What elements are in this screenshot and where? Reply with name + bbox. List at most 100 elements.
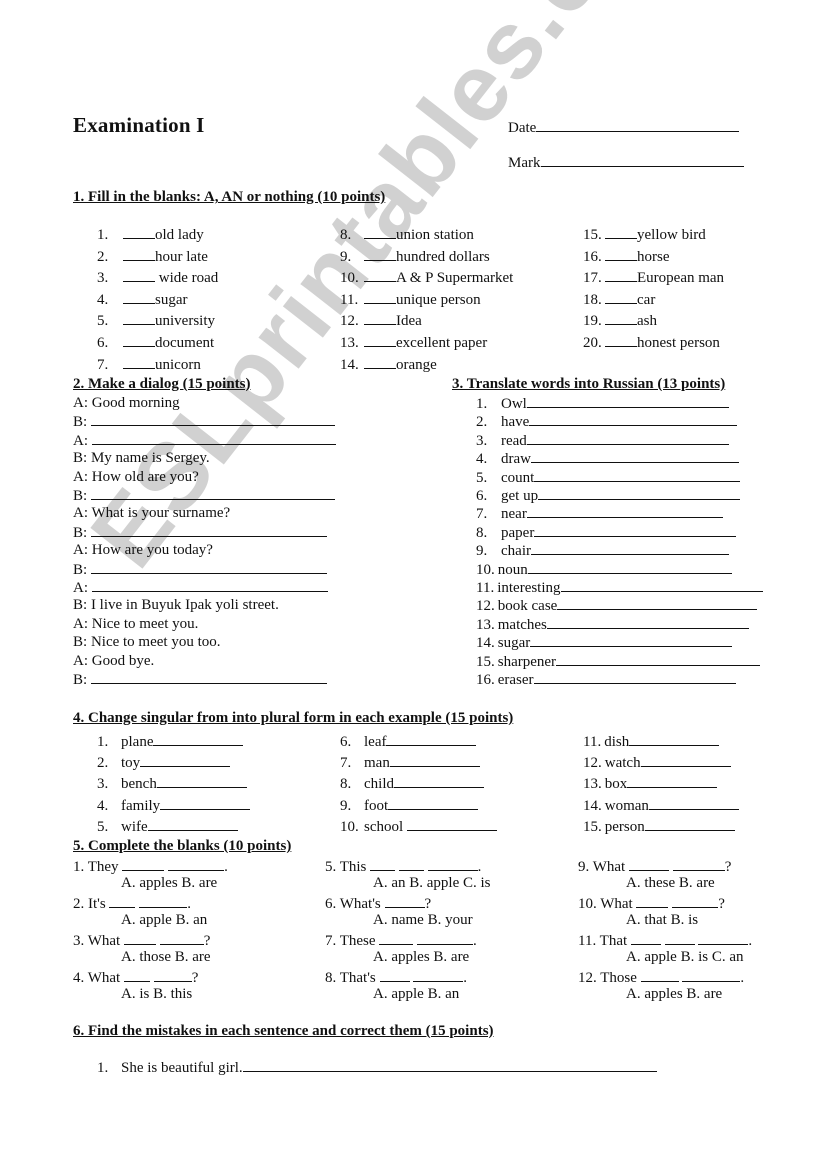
- plural-item: 6. leaf: [340, 732, 477, 751]
- plural-answer-line[interactable]: [388, 796, 479, 810]
- item-end-punctuation: .: [187, 896, 191, 912]
- answer-blank[interactable]: [153, 968, 192, 982]
- plural-answer-line[interactable]: [389, 753, 480, 768]
- answer-blank[interactable]: [384, 894, 425, 908]
- translation-line[interactable]: [534, 523, 737, 537]
- answer-blank[interactable]: [123, 268, 155, 283]
- date-field[interactable]: Date: [508, 119, 740, 137]
- answer-blank[interactable]: [379, 968, 410, 982]
- answer-blank[interactable]: [123, 247, 155, 261]
- answer-blank[interactable]: [364, 268, 396, 283]
- answer-blank[interactable]: [672, 857, 725, 871]
- item-end-punctuation: .: [224, 859, 228, 875]
- answer-blank[interactable]: [605, 247, 637, 261]
- plural-answer-line[interactable]: [153, 732, 244, 746]
- answer-blank[interactable]: [605, 268, 637, 283]
- answer-blank[interactable]: [364, 333, 396, 347]
- mark-field[interactable]: Mark: [508, 154, 744, 172]
- dialog-text: I live in Buyuk Ipak yoli street.: [90, 597, 279, 614]
- answer-blank[interactable]: [672, 894, 719, 908]
- dialog-answer-line[interactable]: [90, 486, 335, 500]
- answer-blank[interactable]: [605, 311, 637, 326]
- translation-line[interactable]: [531, 449, 739, 464]
- speaker-label: A:: [73, 652, 92, 669]
- dialog-answer-line[interactable]: [90, 523, 327, 537]
- answer-blank[interactable]: [605, 225, 637, 239]
- answer-blank[interactable]: [122, 857, 165, 871]
- answer-blank[interactable]: [417, 931, 474, 945]
- answer-blank[interactable]: [413, 968, 464, 982]
- answer-blank[interactable]: [123, 225, 155, 239]
- answer-blank[interactable]: [123, 931, 156, 945]
- answer-blank[interactable]: [109, 894, 136, 908]
- answer-blank[interactable]: [628, 857, 669, 871]
- dialog-answer-line[interactable]: [91, 578, 328, 592]
- answer-blank[interactable]: [364, 225, 396, 239]
- answer-blank[interactable]: [139, 894, 188, 908]
- plural-answer-line[interactable]: [140, 753, 231, 768]
- answer-blank[interactable]: [364, 311, 396, 326]
- translate-item: 1. Owl: [476, 394, 729, 413]
- plural-answer-line[interactable]: [629, 732, 720, 746]
- plural-answer-line[interactable]: [648, 796, 739, 810]
- date-line[interactable]: [536, 119, 740, 132]
- dialog-answer-line[interactable]: [90, 670, 327, 684]
- answer-blank[interactable]: [364, 355, 396, 369]
- translation-line[interactable]: [546, 615, 749, 629]
- dialog-line: B:: [73, 560, 327, 579]
- answer-blank[interactable]: [398, 857, 424, 871]
- answer-blank[interactable]: [123, 290, 155, 304]
- dialog-answer-line[interactable]: [90, 560, 327, 574]
- plural-answer-line[interactable]: [644, 817, 735, 831]
- translation-line[interactable]: [530, 633, 733, 648]
- answer-blank[interactable]: [698, 931, 749, 945]
- mark-line[interactable]: [540, 154, 744, 167]
- answer-blank[interactable]: [664, 931, 695, 945]
- plural-answer-line[interactable]: [640, 753, 731, 768]
- plural-item: 11. dish: [583, 732, 720, 751]
- translation-line[interactable]: [556, 652, 761, 666]
- translation-line[interactable]: [527, 560, 732, 574]
- translation-line[interactable]: [533, 670, 736, 684]
- answer-blank[interactable]: [370, 857, 396, 871]
- translation-line[interactable]: [526, 504, 723, 519]
- answer-blank[interactable]: [605, 290, 637, 304]
- plural-answer-line[interactable]: [156, 774, 247, 789]
- answer-blank[interactable]: [123, 333, 155, 347]
- translation-line[interactable]: [534, 468, 741, 482]
- translation-line[interactable]: [526, 394, 729, 408]
- answer-blank[interactable]: [636, 894, 669, 908]
- answer-blank[interactable]: [682, 968, 741, 982]
- answer-blank[interactable]: [123, 355, 155, 369]
- item-word: family: [121, 797, 161, 814]
- item-word: wife: [121, 818, 148, 835]
- translation-line[interactable]: [530, 541, 729, 556]
- translation-line[interactable]: [557, 596, 758, 611]
- answer-blank[interactable]: [605, 333, 637, 347]
- translation-line[interactable]: [560, 578, 763, 592]
- answer-blank[interactable]: [379, 931, 414, 945]
- answer-blank[interactable]: [364, 247, 396, 261]
- translation-line[interactable]: [529, 412, 738, 427]
- translation-line[interactable]: [526, 431, 729, 445]
- answer-blank[interactable]: [123, 968, 150, 982]
- plural-answer-line[interactable]: [160, 796, 251, 810]
- complete-item: 5. This .: [325, 857, 481, 876]
- answer-blank[interactable]: [364, 290, 396, 304]
- correction-line[interactable]: [242, 1058, 657, 1072]
- translation-line[interactable]: [538, 486, 741, 500]
- plural-answer-line[interactable]: [147, 817, 238, 831]
- plural-answer-line[interactable]: [394, 774, 484, 789]
- answer-blank[interactable]: [123, 311, 155, 326]
- plural-answer-line[interactable]: [406, 817, 497, 831]
- plural-answer-line[interactable]: [627, 774, 718, 789]
- dialog-text: How old are you?: [91, 468, 199, 485]
- dialog-answer-line[interactable]: [90, 412, 335, 427]
- dialog-answer-line[interactable]: [91, 431, 336, 445]
- answer-blank[interactable]: [168, 857, 225, 871]
- answer-blank[interactable]: [640, 968, 679, 982]
- answer-blank[interactable]: [159, 931, 204, 945]
- plural-answer-line[interactable]: [386, 732, 477, 746]
- answer-blank[interactable]: [427, 857, 478, 871]
- answer-blank[interactable]: [630, 931, 661, 945]
